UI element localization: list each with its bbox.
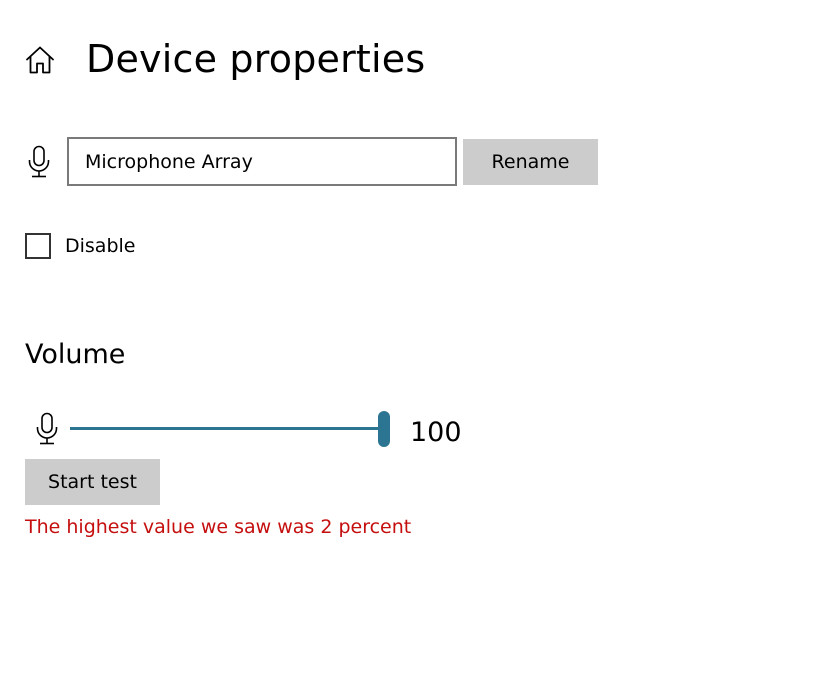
microphone-icon	[26, 145, 52, 179]
microphone-icon-graphic	[36, 412, 58, 445]
slider-thumb[interactable]	[378, 411, 390, 447]
microphone-icon-graphic	[28, 145, 50, 178]
slider-fill	[70, 427, 382, 430]
start-test-button[interactable]: Start test	[25, 459, 160, 505]
home-icon-graphic	[26, 46, 54, 74]
device-name-input[interactable]	[67, 137, 457, 186]
volume-value: 100	[410, 417, 462, 448]
checkbox-box[interactable]	[25, 233, 51, 259]
disable-label: Disable	[65, 235, 136, 257]
rename-button[interactable]: Rename	[463, 139, 598, 185]
home-icon[interactable]	[24, 44, 56, 76]
disable-checkbox[interactable]: Disable	[25, 231, 135, 261]
volume-heading: Volume	[25, 339, 126, 370]
page-title: Device properties	[86, 37, 426, 81]
microphone-icon	[34, 412, 60, 446]
volume-slider[interactable]	[70, 410, 390, 448]
test-result-text: The highest value we saw was 2 percent	[25, 516, 412, 538]
device-properties-page: Device properties Rename Disable Volume …	[0, 0, 813, 682]
